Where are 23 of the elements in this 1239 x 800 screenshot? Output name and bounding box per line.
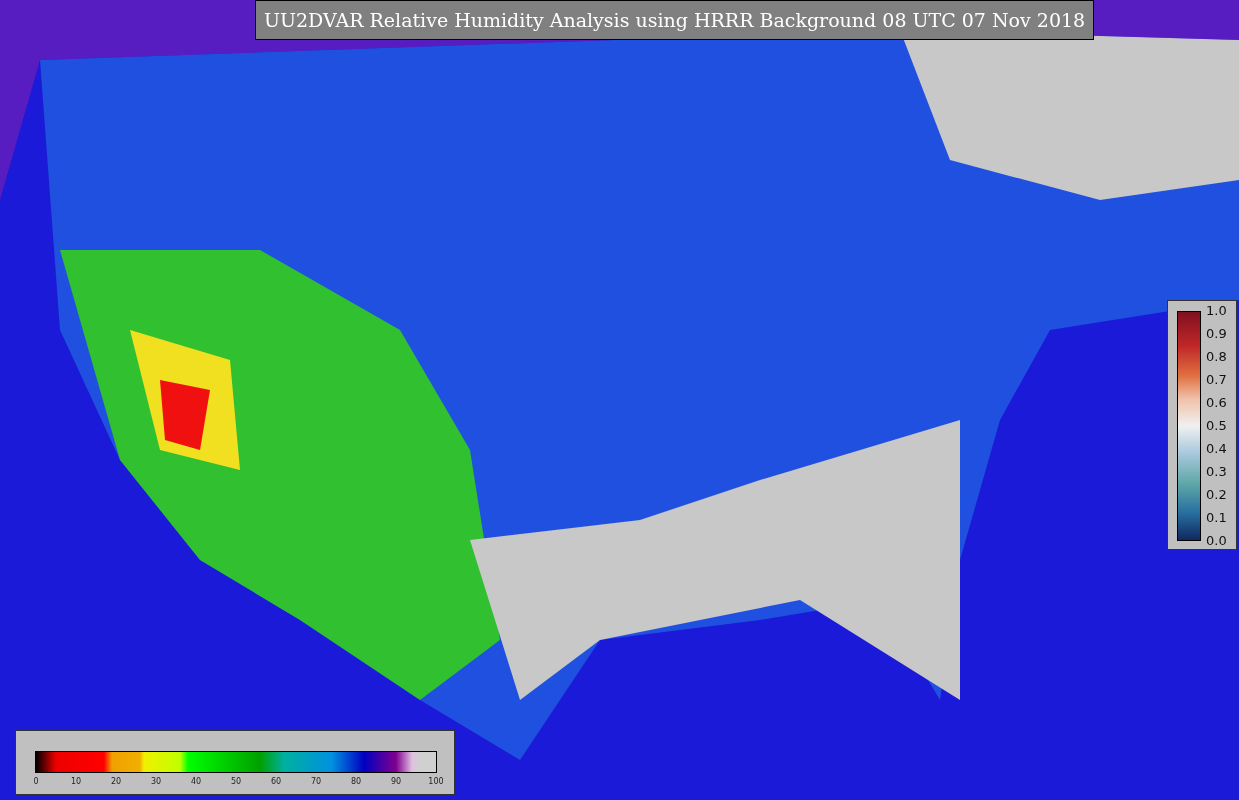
tick-label: 0.8 [1206,348,1227,367]
tick-label: 0.0 [1206,532,1227,551]
tick-label: 0.5 [1206,417,1227,436]
tick-label: 0 [33,776,39,788]
tick-label: 10 [70,776,82,788]
tick-label: 0.6 [1206,394,1227,413]
tick-label: 0.3 [1206,463,1227,482]
tick-label: 40 [190,776,202,788]
tick-label: 50 [230,776,242,788]
tick-label: 0.7 [1206,371,1227,390]
tick-label: 100 [428,776,444,788]
map-title: UU2DVAR Relative Humidity Analysis using HRRR Background 08 UTC 07 Nov 2018 [255,0,1095,40]
tick-label: 60 [270,776,282,788]
tick-label: 0.2 [1206,486,1227,505]
tick-label: 70 [310,776,322,788]
tick-label: 0.4 [1206,440,1227,459]
tick-label: 30 [150,776,162,788]
tick-label: 0.1 [1206,509,1227,528]
tick-label: 80 [350,776,362,788]
tick-label: 20 [110,776,122,788]
tick-label: 1.0 [1206,302,1227,321]
tick-label: 0.9 [1206,325,1227,344]
tick-label: 90 [390,776,402,788]
